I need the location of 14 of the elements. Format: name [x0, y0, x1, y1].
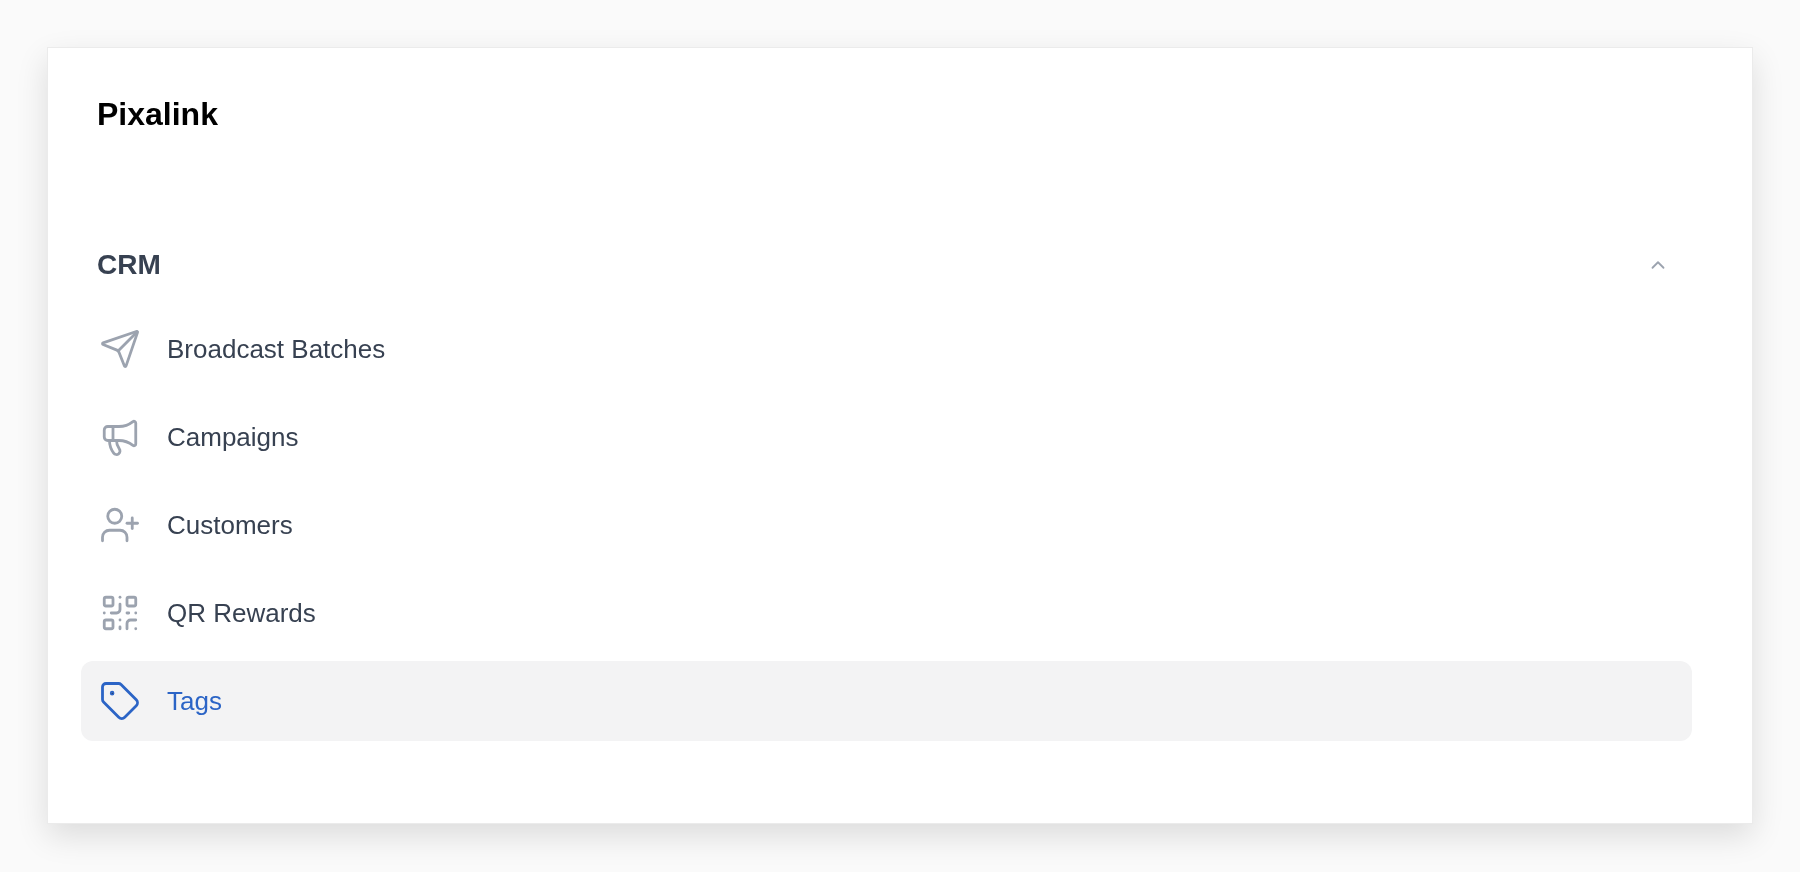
nav-label: Customers: [167, 508, 293, 542]
nav-label: Broadcast Batches: [167, 332, 386, 366]
nav-item[interactable]: Customers: [81, 485, 1692, 565]
nav-item[interactable]: QR Rewards: [81, 573, 1692, 653]
send-icon: [99, 328, 141, 370]
nav-item[interactable]: Broadcast Batches: [81, 309, 1692, 389]
nav-item[interactable]: Campaigns: [81, 397, 1692, 477]
nav-label: Tags: [167, 684, 222, 718]
brand-name: Pixalink: [97, 96, 218, 132]
tag-icon: [99, 680, 141, 722]
section-header[interactable]: CRM: [81, 235, 1719, 295]
nav-label: QR Rewards: [167, 596, 316, 630]
nav-item[interactable]: Tags: [81, 661, 1692, 741]
nav-label: Campaigns: [167, 420, 299, 454]
